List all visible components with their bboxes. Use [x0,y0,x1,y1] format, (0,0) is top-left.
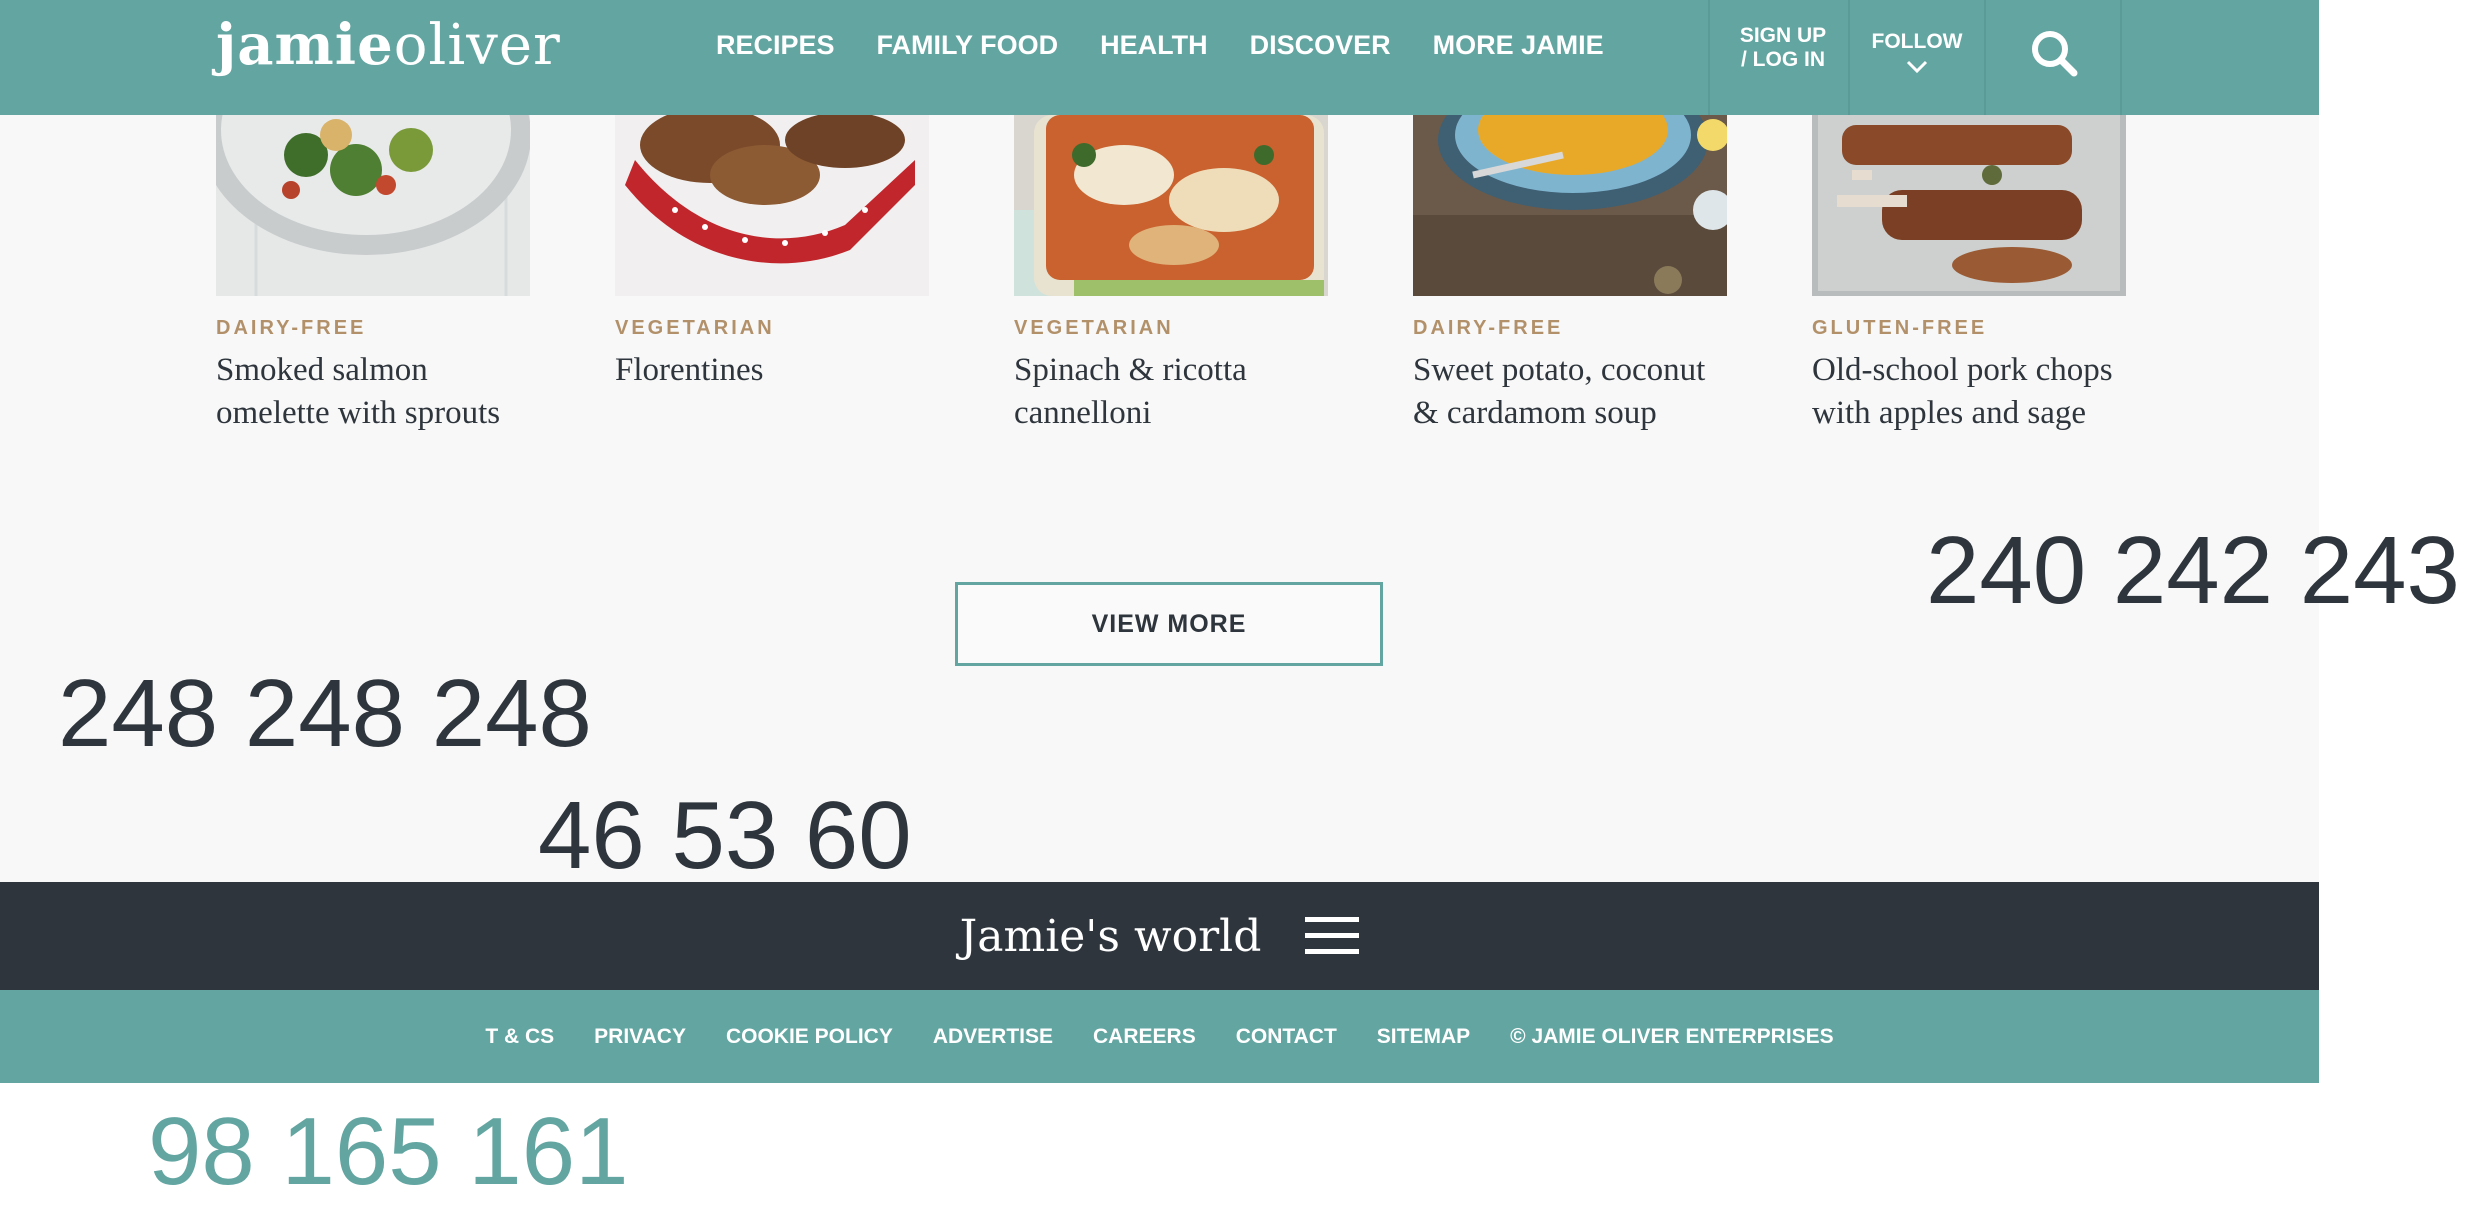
jamies-world-bar[interactable]: Jamie's world [0,882,2319,990]
hamburger-menu-icon[interactable] [1305,917,1360,955]
footer-link-contact[interactable]: CONTACT [1236,1025,1337,1049]
site-header: jamieoliver RECIPES FAMILY FOOD HEALTH D… [0,0,2319,115]
color-annotation: 98 165 161 [148,1098,629,1205]
header-divider [2120,0,2122,115]
main-nav: RECIPES FAMILY FOOD HEALTH DISCOVER MORE… [716,0,1646,90]
nav-discover[interactable]: DISCOVER [1250,30,1391,61]
recipe-card[interactable]: VEGETARIAN Spinach & ricotta cannelloni [1014,115,1328,435]
footer-link-advertise[interactable]: ADVERTISE [933,1025,1053,1049]
recipe-tag: VEGETARIAN [1014,317,1174,339]
footer-link-privacy[interactable]: PRIVACY [594,1025,686,1049]
recipe-image-florentines[interactable] [615,115,929,296]
recipe-title[interactable]: Florentines [615,349,935,392]
logo-light-text: oliver [393,13,561,78]
color-annotation: 240 242 243 [1926,517,2460,624]
color-annotation: 248 248 248 [58,660,592,767]
recipe-card[interactable]: DAIRY-FREE Smoked salmon omelette with s… [216,115,530,435]
recipe-card[interactable]: GLUTEN-FREE Old-school pork chops with a… [1812,115,2126,435]
nav-family-food[interactable]: FAMILY FOOD [877,30,1059,61]
logo-bold-text: jamie [216,12,394,78]
recipe-tag: GLUTEN-FREE [1812,317,1988,339]
recipe-image-omelette[interactable] [216,115,530,296]
footer-link-careers[interactable]: CAREERS [1093,1025,1196,1049]
sign-up-login-link[interactable]: SIGN UP / LOG IN [1730,24,1836,72]
recipe-tag: DAIRY-FREE [216,317,367,339]
footer-links: T & CS PRIVACY COOKIE POLICY ADVERTISE C… [0,990,2319,1083]
recipe-image-pork-chops[interactable] [1812,115,2126,296]
footer-link-cookie-policy[interactable]: COOKIE POLICY [726,1025,893,1049]
recipe-title[interactable]: Sweet potato, coconut & cardamom soup [1413,349,1733,435]
search-icon[interactable] [2026,26,2082,82]
follow-label: FOLLOW [1871,30,1963,53]
recipe-card[interactable]: DAIRY-FREE Sweet potato, coconut & carda… [1413,115,1727,435]
header-divider [1984,0,1986,115]
recipe-card[interactable]: VEGETARIAN Florentines [615,115,929,392]
header-divider [1708,0,1710,115]
recipe-tag: DAIRY-FREE [1413,317,1564,339]
header-divider [1848,0,1850,115]
site-logo[interactable]: jamieoliver [216,10,561,81]
recipe-image-cannelloni[interactable] [1014,115,1328,296]
recipe-title[interactable]: Smoked salmon omelette with sprouts [216,349,536,435]
recipe-title[interactable]: Old-school pork chops with apples and sa… [1812,349,2132,435]
recipe-tag: VEGETARIAN [615,317,775,339]
recipe-image-soup[interactable] [1413,115,1727,296]
footer-link-terms[interactable]: T & CS [485,1025,554,1049]
nav-health[interactable]: HEALTH [1100,30,1208,61]
follow-button[interactable]: FOLLOW [1862,30,1972,74]
view-more-button[interactable]: VIEW MORE [955,582,1383,666]
jamies-world-title: Jamie's world [959,910,1262,962]
signup-line-2: / LOG IN [1741,48,1825,71]
nav-more-jamie[interactable]: MORE JAMIE [1433,30,1604,61]
footer-link-sitemap[interactable]: SITEMAP [1377,1025,1470,1049]
recipe-title[interactable]: Spinach & ricotta cannelloni [1014,349,1334,435]
color-annotation: 46 53 60 [538,782,912,889]
signup-line-1: SIGN UP [1739,24,1827,47]
chevron-down-icon [1906,60,1928,74]
footer-copyright[interactable]: © JAMIE OLIVER ENTERPRISES [1510,1025,1834,1049]
nav-recipes[interactable]: RECIPES [716,30,835,61]
